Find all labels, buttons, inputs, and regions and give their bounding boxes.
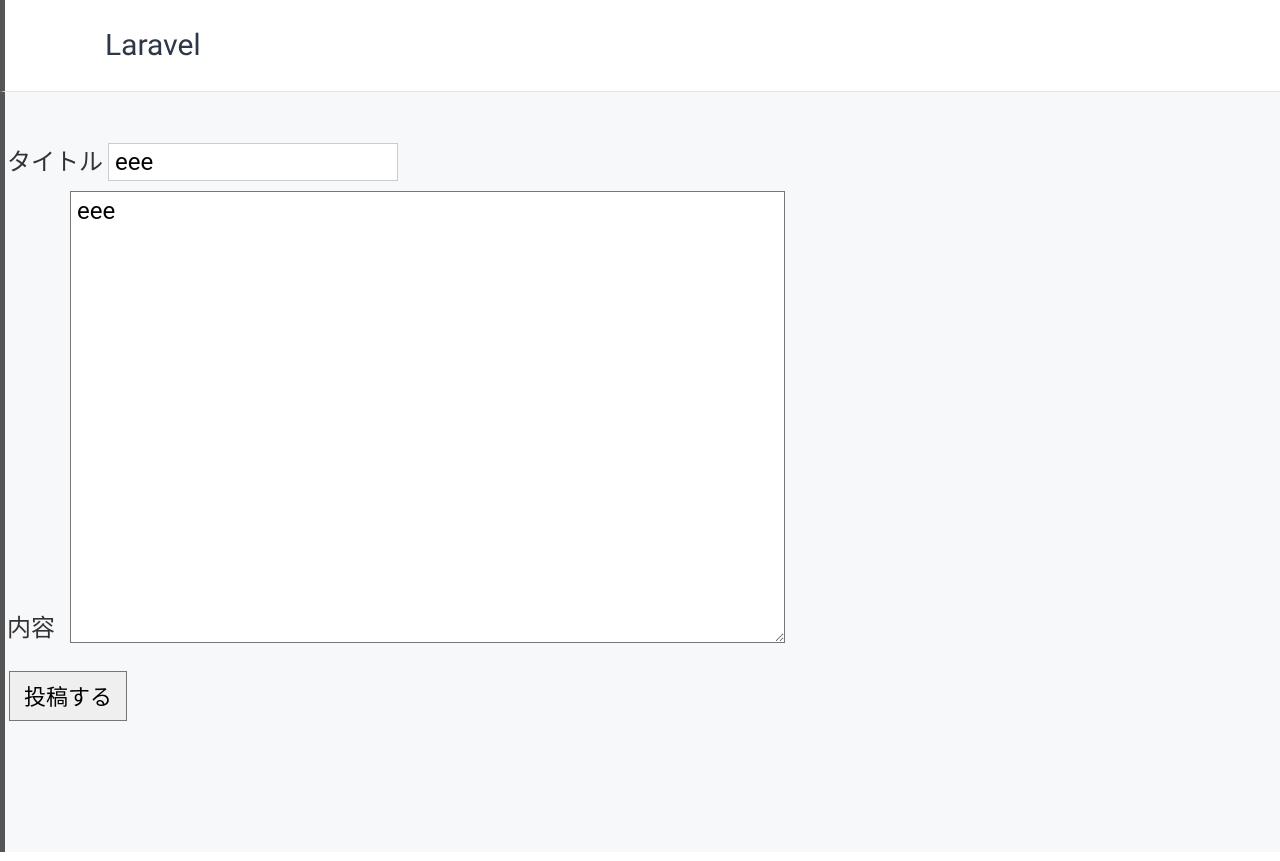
page-header: Laravel xyxy=(0,0,1280,92)
title-row: タイトル xyxy=(5,142,1280,181)
app-title: Laravel xyxy=(105,28,1280,63)
content-row: 内容 xyxy=(5,191,1280,643)
button-row: 投稿する xyxy=(5,671,1280,721)
content-textarea[interactable] xyxy=(70,191,785,643)
main-content: タイトル 内容 投稿する xyxy=(0,92,1280,852)
title-input[interactable] xyxy=(108,143,398,181)
submit-button[interactable]: 投稿する xyxy=(9,671,127,721)
title-label: タイトル xyxy=(5,142,103,177)
content-label: 内容 xyxy=(5,608,65,643)
